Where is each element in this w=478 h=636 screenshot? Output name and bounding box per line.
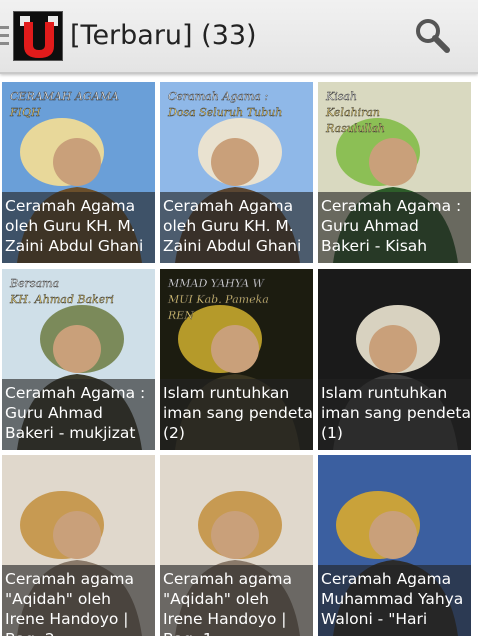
thumbnail-text: Kelahiran [325, 106, 380, 119]
video-title: Islam runtuhkan iman sang pendeta (1) [318, 379, 471, 450]
video-tile[interactable]: MMAD YAHYA W MUI Kab. Pameka REN Islam runt… [160, 269, 313, 450]
video-title: Ceramah Agama Muhammad Yahya Waloni - "H… [318, 565, 471, 636]
thumbnail-text: Rasulullah [325, 122, 385, 135]
video-title: Ceramah agama "Aqidah" oleh Irene Handoy… [160, 565, 313, 636]
thumbnail-text: REN [167, 309, 194, 322]
thumbnail-text: FIQH [9, 106, 41, 119]
video-tile[interactable]: CERAMAH AGAMA FIQH Ceramah Agama oleh Guru… [2, 82, 155, 263]
app-logo-icon [14, 12, 62, 60]
video-title: Ceramah Agama : Guru Ahmad Bakeri - mukj… [2, 379, 155, 450]
action-bar: [Terbaru] (33) [0, 0, 478, 74]
app-logo[interactable] [13, 11, 63, 61]
video-title: Ceramah agama "Aqidah" oleh Irene Handoy… [2, 565, 155, 636]
video-tile[interactable]: Ceramah Agama : Dosa Seluruh Tubuh Ceramah… [160, 82, 313, 263]
thumbnail-text: MMAD YAHYA W [167, 277, 266, 290]
video-title: Ceramah Agama oleh Guru KH. M. Zaini Abd… [2, 192, 155, 263]
thumbnail-text: MUI Kab. Pameka [167, 293, 269, 306]
video-title: Islam runtuhkan iman sang pendeta (2) [160, 379, 313, 450]
search-icon[interactable] [413, 16, 453, 56]
thumbnail-text: KH. Ahmad Bakeri [9, 293, 114, 306]
video-title: Ceramah Agama oleh Guru KH. M. Zaini Abd… [160, 192, 313, 263]
thumbnail-text: Kisah [325, 90, 357, 103]
video-title: Ceramah Agama : Guru Ahmad Bakeri - Kisa… [318, 192, 471, 263]
video-tile[interactable]: Kisah Kelahiran Rasulullah Ceramah Agama : … [318, 82, 471, 263]
video-tile[interactable]: Bersama KH. Ahmad Bakeri Ceramah Agama : G… [2, 269, 155, 450]
video-tile[interactable]: Ceramah Agama Muhammad Yahya Waloni - "H… [318, 455, 471, 636]
page-title: [Terbaru] (33) [70, 20, 257, 51]
thumbnail-text: Dosa Seluruh Tubuh [167, 106, 282, 119]
navigation-drawer-icon[interactable] [0, 26, 9, 46]
thumbnail-text: Ceramah Agama : [168, 90, 268, 103]
thumbnail-text: Bersama [9, 277, 59, 290]
video-tile[interactable]: Islam runtuhkan iman sang pendeta (1) [318, 269, 471, 450]
thumbnail-text: CERAMAH AGAMA [10, 90, 119, 103]
video-tile[interactable]: Ceramah agama "Aqidah" oleh Irene Handoy… [160, 455, 313, 636]
video-tile[interactable]: Ceramah agama "Aqidah" oleh Irene Handoy… [2, 455, 155, 636]
